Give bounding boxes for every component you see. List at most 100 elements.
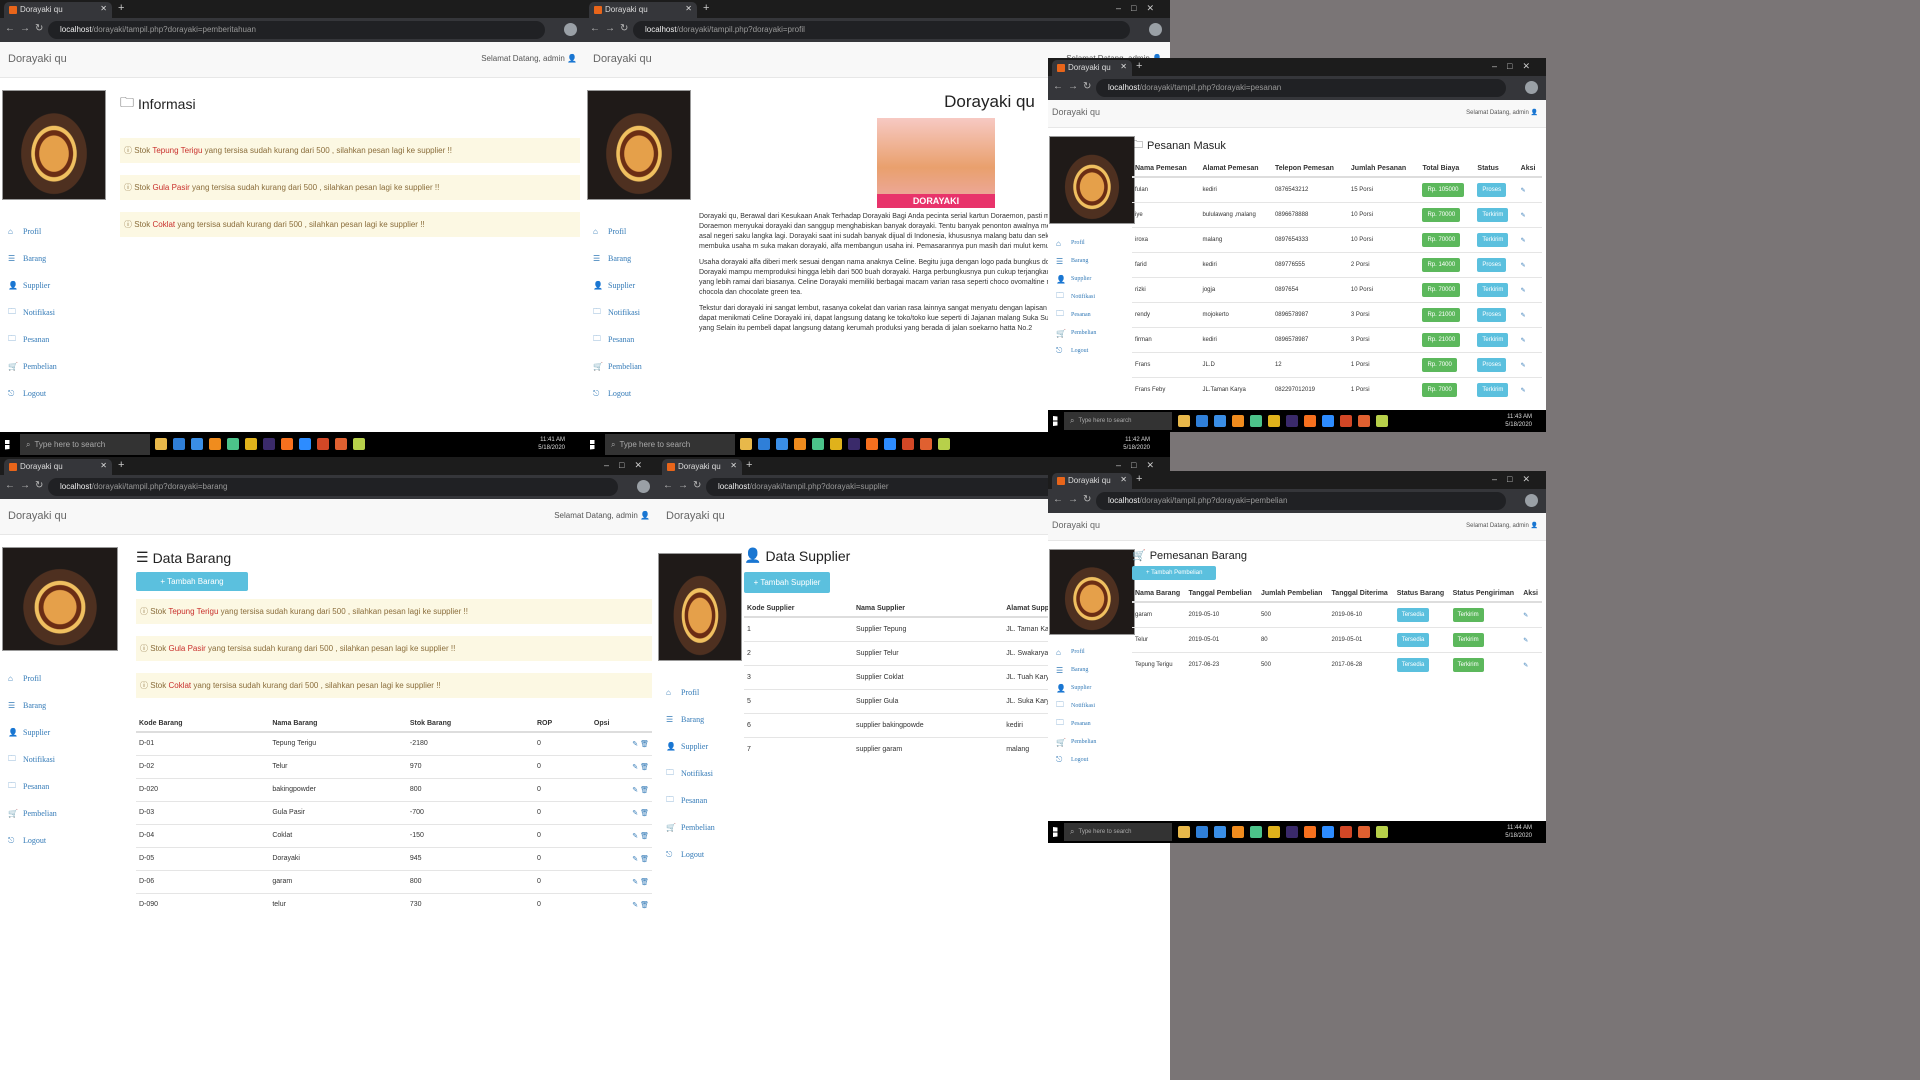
sidebar-item-pembelian[interactable]: 🛒 Pembelian xyxy=(585,353,693,380)
browser-tab[interactable]: Dorayaki qu ✕ xyxy=(4,2,112,18)
edit-icon[interactable]: ✎ xyxy=(632,741,640,748)
sidebar-item-notifikasi[interactable]: 🗀 Notifikasi xyxy=(658,760,742,787)
brand[interactable]: Dorayaki qu xyxy=(666,510,725,522)
edit-icon[interactable]: ✎ xyxy=(1523,638,1528,644)
sidebar-item-pembelian[interactable]: 🛒 Pembelian xyxy=(658,814,742,841)
store-icon[interactable] xyxy=(776,438,788,450)
office-icon[interactable] xyxy=(1340,415,1352,427)
sidebar-item-pembelian[interactable]: 🛒 Pembelian xyxy=(1048,324,1136,342)
edit-icon[interactable]: ✎ xyxy=(1521,188,1526,194)
premiere-icon[interactable] xyxy=(263,438,275,450)
window-controls-icon[interactable]: –□✕ xyxy=(1116,460,1164,471)
edit-icon[interactable]: ✎ xyxy=(632,879,640,886)
chrome-icon[interactable] xyxy=(1268,415,1280,427)
sidebar-item-barang[interactable]: ☰ Barang xyxy=(1048,252,1136,270)
app-icon[interactable] xyxy=(1250,415,1262,427)
chrome-icon[interactable] xyxy=(830,438,842,450)
edit-icon[interactable]: ✎ xyxy=(1521,288,1526,294)
sidebar-item-pembelian[interactable]: 🛒 Pembelian xyxy=(1048,733,1136,751)
sidebar-item-barang[interactable]: ☰ Barang xyxy=(1048,661,1136,679)
brand[interactable]: Dorayaki qu xyxy=(593,53,652,65)
sidebar-item-supplier[interactable]: 👤 Supplier xyxy=(0,272,108,299)
new-tab-icon[interactable]: + xyxy=(1136,60,1142,72)
sidebar-item-profil[interactable]: ⌂ Profil xyxy=(658,679,742,706)
sidebar-item-logout[interactable]: ⎋ Logout xyxy=(585,380,693,407)
window-controls-icon[interactable]: –□✕ xyxy=(1492,474,1540,485)
paint-icon[interactable] xyxy=(920,438,932,450)
url-input[interactable]: localhost/dorayaki/tampil.php?dorayaki=p… xyxy=(48,21,545,39)
app-icon[interactable] xyxy=(812,438,824,450)
status-button[interactable]: Terkirim xyxy=(1477,208,1509,222)
sidebar-item-profil[interactable]: ⌂ Profil xyxy=(0,218,108,245)
sidebar-item-profil[interactable]: ⌂ Profil xyxy=(1048,234,1136,252)
browser-tab[interactable]: Dorayaki qu ✕ xyxy=(662,459,742,475)
premiere-icon[interactable] xyxy=(1286,826,1298,838)
trash-icon[interactable]: 🗑 xyxy=(640,741,649,748)
edit-icon[interactable]: ✎ xyxy=(1521,238,1526,244)
sidebar-item-barang[interactable]: ☰ Barang xyxy=(585,245,693,272)
sidebar-item-logout[interactable]: ⎋ Logout xyxy=(658,841,742,868)
edit-icon[interactable]: ✎ xyxy=(632,856,640,863)
sidebar-item-barang[interactable]: ☰ Barang xyxy=(0,245,108,272)
paint-icon[interactable] xyxy=(335,438,347,450)
browser-tab[interactable]: Dorayaki qu ✕ xyxy=(589,2,697,18)
sidebar-item-notifikasi[interactable]: 🗀 Notifikasi xyxy=(0,746,122,773)
folder-icon[interactable] xyxy=(1178,415,1190,427)
sidebar-item-notifikasi[interactable]: 🗀 Notifikasi xyxy=(1048,697,1136,715)
new-tab-icon[interactable]: + xyxy=(746,459,752,471)
nav-arrows-icon[interactable]: ←→↻ xyxy=(5,23,48,34)
add-barang-button[interactable]: + Tambah Barang xyxy=(136,572,248,591)
status-button[interactable]: Terkirim xyxy=(1477,283,1509,297)
edge-icon[interactable] xyxy=(1196,415,1208,427)
sidebar-item-barang[interactable]: ☰ Barang xyxy=(0,692,122,719)
new-tab-icon[interactable]: + xyxy=(703,2,709,14)
url-input[interactable]: localhost/dorayaki/tampil.php?dorayaki=p… xyxy=(1096,79,1506,97)
profile-icon[interactable] xyxy=(1525,81,1538,94)
nav-arrows-icon[interactable]: ←→↻ xyxy=(5,480,48,491)
brand[interactable]: Dorayaki qu xyxy=(1052,520,1100,530)
sublime-icon[interactable] xyxy=(1232,826,1244,838)
windows-start-icon[interactable] xyxy=(5,439,10,450)
paint-icon[interactable] xyxy=(1358,415,1370,427)
edit-icon[interactable]: ✎ xyxy=(1521,338,1526,344)
sidebar-item-supplier[interactable]: 👤 Supplier xyxy=(658,733,742,760)
status-button[interactable]: Proses xyxy=(1477,258,1507,272)
store-icon[interactable] xyxy=(1214,415,1226,427)
profile-icon[interactable] xyxy=(1525,494,1538,507)
sidebar-item-profil[interactable]: ⌂ Profil xyxy=(1048,643,1136,661)
sidebar-item-profil[interactable]: ⌂ Profil xyxy=(585,218,693,245)
sidebar-item-supplier[interactable]: 👤 Supplier xyxy=(1048,679,1136,697)
sidebar-item-pembelian[interactable]: 🛒 Pembelian xyxy=(0,800,122,827)
edit-icon[interactable]: ✎ xyxy=(1523,613,1528,619)
sublime-icon[interactable] xyxy=(209,438,221,450)
office-icon[interactable] xyxy=(1340,826,1352,838)
sidebar-item-barang[interactable]: ☰ Barang xyxy=(658,706,742,733)
browser-tab[interactable]: Dorayaki qu ✕ xyxy=(4,459,112,475)
edit-icon[interactable]: ✎ xyxy=(1521,313,1526,319)
windows-start-icon[interactable] xyxy=(1053,416,1058,426)
edit-icon[interactable]: ✎ xyxy=(1521,263,1526,269)
xampp-icon[interactable] xyxy=(1304,415,1316,427)
close-tab-icon[interactable]: ✕ xyxy=(100,461,107,470)
sidebar-item-notifikasi[interactable]: 🗀 Notifikasi xyxy=(0,299,108,326)
sublime-icon[interactable] xyxy=(1232,415,1244,427)
premiere-icon[interactable] xyxy=(848,438,860,450)
url-input[interactable]: localhost/dorayaki/tampil.php?dorayaki=b… xyxy=(48,478,618,496)
sidebar-item-supplier[interactable]: 👤 Supplier xyxy=(1048,270,1136,288)
edit-icon[interactable]: ✎ xyxy=(632,902,640,909)
brand[interactable]: Dorayaki qu xyxy=(8,510,67,522)
folder-icon[interactable] xyxy=(740,438,752,450)
brand[interactable]: Dorayaki qu xyxy=(1052,107,1100,117)
edit-icon[interactable]: ✎ xyxy=(632,810,640,817)
sidebar-item-supplier[interactable]: 👤 Supplier xyxy=(0,719,122,746)
windows-start-icon[interactable] xyxy=(1053,827,1058,837)
taskbar-search[interactable]: ⌕ Type here to search xyxy=(20,434,150,455)
sublime-icon[interactable] xyxy=(794,438,806,450)
trash-icon[interactable]: 🗑 xyxy=(640,902,649,909)
office-icon[interactable] xyxy=(902,438,914,450)
sidebar-item-pesanan[interactable]: 🗀 Pesanan xyxy=(585,326,693,353)
status-button[interactable]: Terkirim xyxy=(1477,383,1509,397)
sidebar-item-pesanan[interactable]: 🗀 Pesanan xyxy=(1048,715,1136,733)
folder-icon[interactable] xyxy=(1178,826,1190,838)
trash-icon[interactable]: 🗑 xyxy=(640,787,649,794)
